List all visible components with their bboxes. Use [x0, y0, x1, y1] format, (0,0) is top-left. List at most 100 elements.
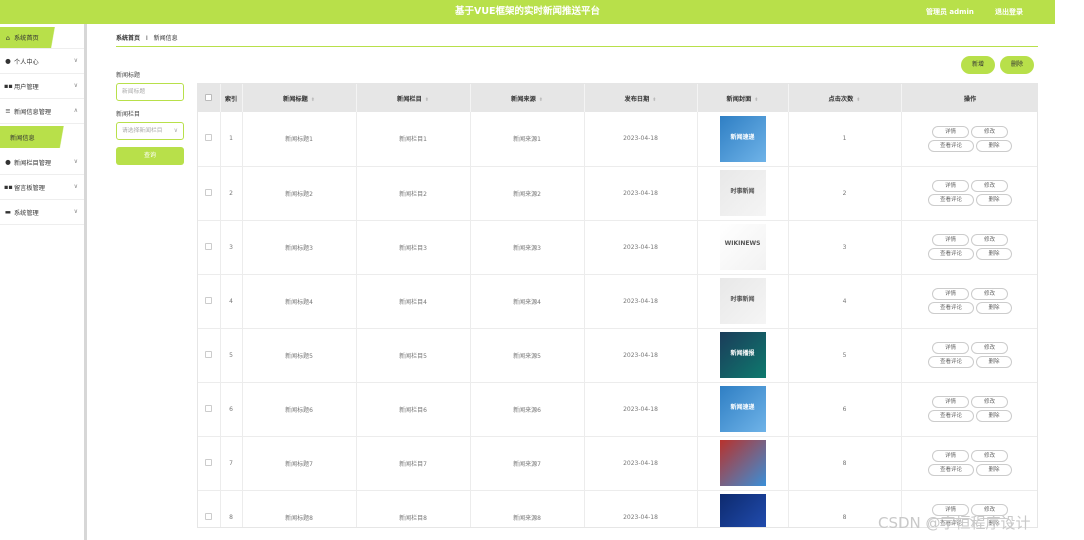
sort-icon[interactable]: ⬍ [856, 97, 860, 103]
sidebar-item-profile[interactable]: ● 个人中心 ∨ [0, 49, 84, 74]
row-select-cell[interactable] [198, 328, 221, 383]
delete-button[interactable]: 删除 [976, 356, 1012, 368]
row-checkbox[interactable] [205, 188, 213, 196]
row-select-cell[interactable] [198, 274, 221, 329]
title-search-input[interactable]: 新闻标题 [116, 83, 184, 101]
delete-button[interactable]: 删除 [976, 139, 1012, 152]
row-checkbox[interactable] [205, 404, 213, 412]
col-header-clicks[interactable]: 点击次数 ⬍ [788, 84, 902, 112]
detail-button[interactable]: 详情 [932, 234, 969, 246]
column-select[interactable]: 请选择新闻栏目 ∨ [116, 122, 184, 140]
cell-source: 新闻来源7 [470, 436, 585, 491]
top-header: 基于VUE框架的实时新闻推送平台 管理员 admin 退出登录 [0, 0, 1055, 24]
edit-button[interactable]: 修改 [971, 342, 1008, 354]
cell-cover: 新闻速递 [697, 382, 789, 437]
view-comments-button[interactable]: 查看评论 [928, 464, 974, 476]
news-table: 索引 新闻标题 ⬍ 新闻栏目 ⬍ 新闻来源 ⬍ 发布日期 ⬍ 新闻封面 ⬍ 点击次数 ⬍ 操… [197, 83, 1038, 528]
row-select-cell[interactable] [198, 166, 221, 221]
sort-icon[interactable]: ⬍ [539, 97, 543, 103]
col-header-cover[interactable]: 新闻封面 ⬍ [697, 84, 789, 112]
cover-caption: 新闻速递 [730, 404, 755, 411]
delete-button[interactable]: 删除 [976, 410, 1012, 422]
edit-button[interactable]: 修改 [971, 180, 1008, 192]
sort-icon[interactable]: ⬍ [311, 97, 315, 103]
detail-button[interactable]: 详情 [932, 450, 969, 462]
cell-clicks: 2 [788, 166, 902, 221]
row-checkbox[interactable] [205, 134, 213, 142]
col-header-title[interactable]: 新闻标题 ⬍ [242, 84, 357, 112]
col-header-date[interactable]: 发布日期 ⬍ [584, 84, 698, 112]
cell-cover: 新闻速递 [697, 112, 789, 167]
col-header-column[interactable]: 新闻栏目 ⬍ [356, 84, 471, 112]
batch-delete-button[interactable]: 删除 [1000, 56, 1034, 74]
sidebar-subitem-news[interactable]: 新闻信息 [0, 126, 84, 148]
select-all-cell[interactable] [198, 84, 221, 112]
edit-button[interactable]: 修改 [971, 450, 1008, 462]
delete-button[interactable]: 删除 [976, 464, 1012, 476]
detail-button[interactable]: 详情 [932, 288, 969, 300]
edit-button[interactable]: 修改 [971, 234, 1008, 246]
sort-icon[interactable]: ⬍ [425, 97, 429, 103]
news-cover-image: 时事新闻 [719, 170, 766, 216]
row-checkbox[interactable] [205, 512, 213, 520]
sidebar-item-users[interactable]: ▪▪ 用户管理 ∨ [0, 74, 84, 99]
cell-actions: 详情 修改查看评论 删除 [901, 328, 1037, 383]
row-select-cell[interactable] [198, 436, 221, 491]
sidebar-item-system[interactable]: ▬ 系统管理 ∨ [0, 200, 84, 225]
delete-button[interactable]: 删除 [976, 194, 1012, 206]
view-comments-button[interactable]: 查看评论 [928, 356, 974, 368]
cell-title: 新闻标题6 [242, 382, 357, 437]
row-select-cell[interactable] [198, 382, 221, 437]
detail-button[interactable]: 详情 [932, 396, 969, 408]
cell-column: 新闻栏目1 [356, 112, 471, 167]
user-icon: ● [5, 158, 11, 166]
edit-button[interactable]: 修改 [971, 396, 1008, 408]
edit-button[interactable]: 修改 [971, 125, 1008, 138]
search-button[interactable]: 查询 [116, 147, 184, 165]
cell-date: 2023-04-18 [584, 274, 698, 329]
sort-icon[interactable]: ⬍ [652, 97, 656, 103]
view-comments-button[interactable]: 查看评论 [928, 410, 974, 422]
edit-button[interactable]: 修改 [971, 288, 1008, 300]
view-comments-button[interactable]: 查看评论 [928, 248, 974, 260]
row-checkbox[interactable] [205, 350, 213, 358]
cell-actions: 详情 修改查看评论 删除 [901, 436, 1037, 491]
row-select-cell[interactable] [198, 490, 221, 527]
sidebar-item-news-info[interactable]: ≡ 新闻信息管理 ∧ [0, 99, 84, 124]
view-comments-button[interactable]: 查看评论 [928, 194, 974, 206]
delete-button[interactable]: 删除 [976, 248, 1012, 260]
detail-button[interactable]: 详情 [932, 180, 969, 192]
sort-icon[interactable]: ⬍ [754, 97, 758, 103]
cell-cover [697, 490, 789, 527]
sidebar-item-home[interactable]: ⌂ 系统首页 [0, 27, 84, 49]
row-select-cell[interactable] [198, 112, 221, 167]
cell-index: 5 [220, 328, 243, 383]
row-select-cell[interactable] [198, 220, 221, 275]
detail-button[interactable]: 详情 [932, 342, 969, 354]
cell-column: 新闻栏目4 [356, 274, 471, 329]
cell-clicks: 1 [788, 112, 902, 167]
sidebar-item-news-column[interactable]: ● 新闻栏目管理 ∨ [0, 150, 84, 175]
row-checkbox[interactable] [205, 296, 213, 304]
breadcrumb-home[interactable]: 系统首页 [116, 35, 140, 42]
select-all-checkbox[interactable] [205, 93, 213, 101]
sidebar-item-label: 个人中心 [14, 58, 39, 66]
row-checkbox[interactable] [205, 242, 213, 250]
add-button[interactable]: 新增 [961, 56, 995, 74]
sidebar-item-messages[interactable]: ▪▪ 留言板管理 ∨ [0, 175, 84, 200]
table-row: 6 新闻标题6 新闻栏目6 新闻来源6 2023-04-18 新闻速递 6 详情 修改 查看评论删… [198, 382, 1037, 437]
view-comments-button[interactable]: 查看评论 [928, 302, 974, 314]
row-checkbox[interactable] [205, 458, 213, 466]
col-header-label: 新闻栏目 [397, 95, 422, 103]
grid-icon: ▪▪ [4, 183, 13, 191]
cell-date: 2023-04-18 [584, 328, 698, 383]
breadcrumb: 系统首页 Ⅰ 新闻信息 [116, 33, 178, 42]
detail-button[interactable]: 详情 [932, 125, 969, 138]
logout-link[interactable]: 退出登录 [995, 0, 1023, 24]
cell-cover: 时事新闻 [697, 274, 789, 329]
col-header-label: 发布日期 [624, 95, 650, 103]
col-header-source[interactable]: 新闻来源 ⬍ [470, 84, 585, 112]
delete-button[interactable]: 删除 [976, 302, 1012, 314]
view-comments-button[interactable]: 查看评论 [928, 139, 974, 152]
cell-source: 新闻来源5 [470, 328, 585, 383]
